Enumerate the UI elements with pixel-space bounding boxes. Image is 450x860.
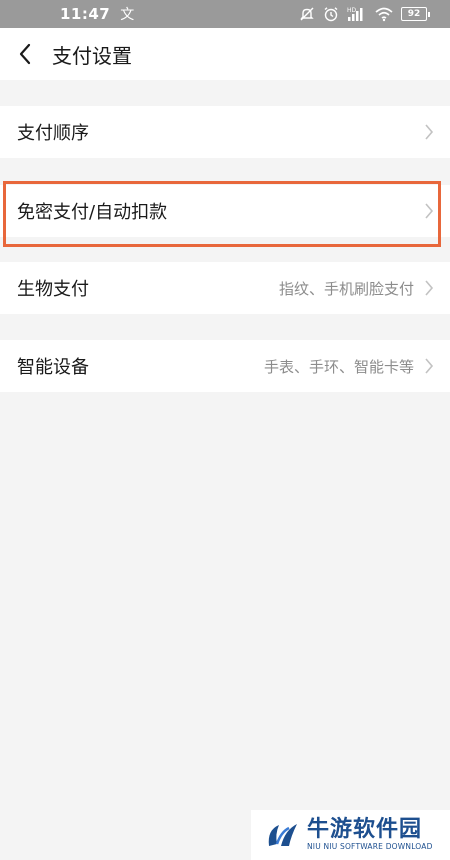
nav-bar: 支付设置 <box>0 28 450 80</box>
status-bar: 11:47 文 HD 92 <box>0 0 450 28</box>
watermark-title: 牛游软件园 <box>307 817 423 842</box>
watermark-logo-icon <box>265 820 301 850</box>
network-label: HD <box>347 7 357 14</box>
row-value: 指纹、手机刷脸支付 <box>278 279 414 298</box>
watermark: 牛游软件园 NIU NIU SOFTWARE DOWNLOAD <box>251 810 450 860</box>
status-time: 11:47 <box>60 5 111 23</box>
status-icons: HD 92 <box>299 6 430 22</box>
signal-icon: HD <box>347 6 367 22</box>
mute-bell-icon <box>299 6 315 22</box>
chevron-right-icon <box>424 357 434 375</box>
battery-icon: 92 <box>401 7 430 21</box>
alarm-icon <box>323 6 339 22</box>
chevron-right-icon <box>424 123 434 141</box>
notification-icon: 文 <box>120 7 135 23</box>
page-title: 支付设置 <box>52 43 132 68</box>
row-label: 生物支付 <box>17 279 89 300</box>
settings-row-password-free-payment[interactable]: 免密支付/自动扣款 <box>0 185 450 237</box>
settings-row-payment-order[interactable]: 支付顺序 <box>0 106 450 158</box>
back-arrow-icon[interactable] <box>0 28 50 80</box>
wifi-icon <box>375 6 393 22</box>
watermark-text: 牛游软件园 NIU NIU SOFTWARE DOWNLOAD <box>307 818 433 852</box>
battery-level: 92 <box>401 7 427 21</box>
row-value: 手表、手环、智能卡等 <box>263 357 414 376</box>
watermark-subtitle: NIU NIU SOFTWARE DOWNLOAD <box>307 842 433 851</box>
chevron-right-icon <box>424 279 434 297</box>
settings-row-smart-devices[interactable]: 智能设备 手表、手环、智能卡等 <box>0 340 450 392</box>
settings-row-biometric-payment[interactable]: 生物支付 指纹、手机刷脸支付 <box>0 262 450 314</box>
row-label: 智能设备 <box>17 357 89 378</box>
row-label: 支付顺序 <box>17 123 89 144</box>
chevron-right-icon <box>424 202 434 220</box>
row-label: 免密支付/自动扣款 <box>17 202 168 223</box>
